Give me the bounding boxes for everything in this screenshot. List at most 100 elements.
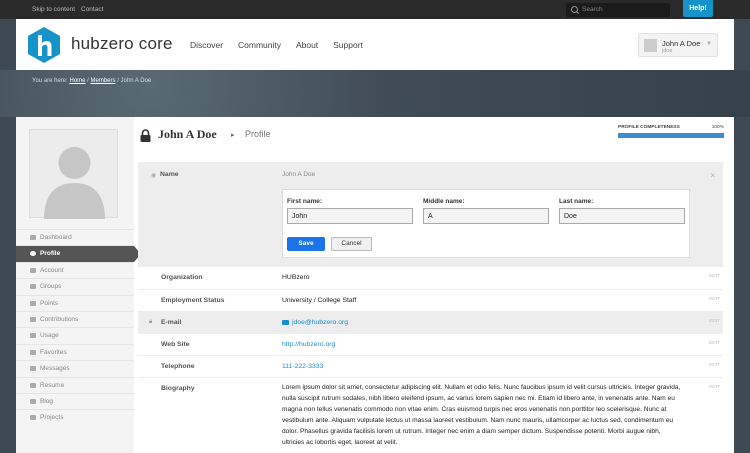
top-utility-bar: Skip to content Contact Search Help! [0,0,750,19]
organization-edit-link[interactable]: EDIT [709,274,720,279]
user-handle: jdoe [662,48,673,54]
nav-about[interactable]: About [296,40,318,50]
mail-icon [282,319,289,325]
close-icon[interactable]: × [710,171,715,180]
dashboard-icon [30,235,36,240]
sidebar-item-resume[interactable]: Resume [16,376,134,393]
email-row: 🔒︎ E-mail jdoe@hubzero.org EDIT [138,312,723,334]
sidebar-item-label: Points [40,299,59,307]
sidebar-item-favorites[interactable]: Favorites [16,343,134,360]
sidebar-item-usage[interactable]: Usage [16,327,134,343]
name-value: John A Doe [282,171,316,178]
last-name-group: Last name: [559,198,685,224]
search-input[interactable]: Search [566,3,670,17]
contact-link[interactable]: Contact [81,6,103,13]
middle-name-input[interactable] [423,208,549,224]
sidebar-item-account[interactable]: Account [16,261,134,278]
name-edit-panel: ◉ Name John A Doe × First name: Middle n… [138,162,723,267]
sidebar-nav: Dashboard Profile Account Groups Points … [16,229,141,426]
sidebar-item-label: Groups [40,283,62,291]
first-name-group: First name: [287,198,413,224]
name-label: Name [160,171,179,178]
last-name-input[interactable] [559,208,685,224]
search-placeholder: Search [582,6,603,13]
sidebar-item-label: Messages [40,365,70,373]
name-form: First name: Middle name: Last name: Save… [282,189,690,258]
sidebar-item-label: Resume [40,381,65,389]
messages-icon [30,366,36,372]
sidebar-item-points[interactable]: Points [16,294,134,311]
usage-icon [30,333,36,339]
first-name-input[interactable] [287,208,413,224]
sidebar-item-contributions[interactable]: Contributions [16,310,134,327]
organization-row: Organization HUBzero EDIT [138,267,723,290]
sidebar-item-messages[interactable]: Messages [16,360,134,376]
completeness-label: PROFILE COMPLETENESS [618,125,680,130]
employment-value: University / College Staff [282,297,357,304]
email-link[interactable]: jdoe@hubzero.org [282,319,348,326]
website-row: Web Site http://hubzero.org EDIT [138,334,723,356]
sidebar-item-profile[interactable]: Profile [16,245,141,263]
visibility-icon[interactable]: ◉ [151,172,156,179]
biography-row: Biography Lorem ipsum dolor sit amet, co… [138,378,723,453]
middle-name-group: Middle name: [423,198,549,224]
sidebar-item-label: Favorites [40,348,67,356]
employment-edit-link[interactable]: EDIT [709,297,720,302]
hubzero-logo-icon[interactable] [28,27,60,63]
sidebar-item-blog[interactable]: Blog [16,392,134,409]
skip-to-content-link[interactable]: Skip to content [32,6,75,13]
completeness-fill [618,133,724,138]
heart-icon [30,349,36,355]
breadcrumb-current: John A Doe [120,78,152,84]
completeness-bar [618,133,724,138]
email-value: jdoe@hubzero.org [292,319,349,326]
biography-label: Biography [161,385,195,392]
lock-icon [140,129,151,142]
avatar [644,39,657,52]
logo-text[interactable]: hubzero core [71,34,173,54]
organization-label: Organization [161,274,203,281]
main-panel: Dashboard Profile Account Groups Points … [16,117,734,453]
profile-photo[interactable] [29,129,118,219]
telephone-link[interactable]: 111-222-3333 [282,363,323,370]
breadcrumb-home[interactable]: Home [69,78,85,84]
email-edit-link[interactable]: EDIT [709,319,720,324]
account-icon [30,267,36,273]
breadcrumb-members[interactable]: Members [91,78,116,84]
sidebar-item-label: Usage [40,332,59,340]
sidebar-item-label: Contributions [40,315,79,323]
site-header: hubzero core Discover Community About Su… [16,19,734,70]
website-link[interactable]: http://hubzero.org [282,341,335,348]
sidebar-item-label: Projects [40,414,64,422]
sidebar-item-groups[interactable]: Groups [16,278,134,294]
completeness-percent: 100% [711,125,724,130]
sidebar-item-dashboard[interactable]: Dashboard [16,229,134,245]
blog-icon [30,398,36,404]
nav-support[interactable]: Support [333,40,363,50]
page-title: John A Doe [158,127,217,141]
help-button[interactable]: Help! [683,0,713,17]
biography-edit-link[interactable]: EDIT [709,385,720,390]
page-subtitle: Profile [245,129,271,139]
biography-text: Lorem ipsum dolor sit amet, consectetur … [282,384,681,446]
document-icon [30,382,36,388]
website-edit-link[interactable]: EDIT [709,341,720,346]
user-account-menu[interactable]: John A Doe jdoe ▼ [638,33,718,57]
points-icon [30,300,36,306]
organization-value: HUBzero [282,274,310,281]
profile-completeness: PROFILE COMPLETENESS 100% [618,125,724,138]
lock-icon: 🔒︎ [149,319,153,325]
telephone-row: Telephone 111-222-3333 EDIT [138,356,723,378]
telephone-label: Telephone [161,363,195,370]
telephone-edit-link[interactable]: EDIT [709,363,720,368]
employment-row: Employment Status University / College S… [138,290,723,312]
sidebar-item-label: Dashboard [40,234,72,241]
user-name: John A Doe [662,39,701,48]
first-name-label: First name: [287,198,323,205]
nav-discover[interactable]: Discover [190,40,223,50]
nav-community[interactable]: Community [238,40,281,50]
sidebar-item-label: Profile [40,250,61,258]
save-button[interactable]: Save [287,237,325,251]
sidebar-item-projects[interactable]: Projects [16,409,134,425]
cancel-button[interactable]: Cancel [331,237,372,251]
